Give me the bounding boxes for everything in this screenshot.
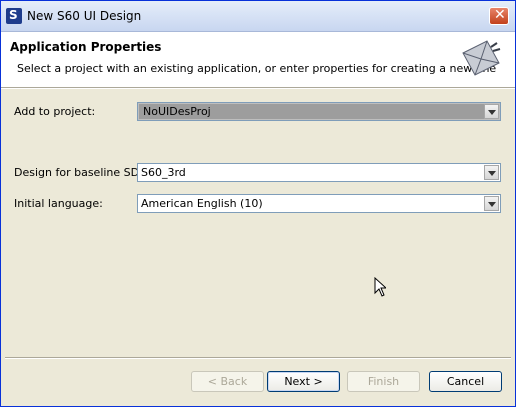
baseline-sdk-dropdown[interactable]: S60_3rd xyxy=(137,163,501,182)
close-button[interactable]: ✕ xyxy=(489,7,509,25)
finish-button[interactable]: Finish xyxy=(347,371,420,392)
wizard-header: Application Properties Select a project … xyxy=(1,32,515,88)
mouse-cursor-icon xyxy=(374,277,386,297)
initial-language-value: American English (10) xyxy=(141,197,263,210)
page-title: Application Properties xyxy=(10,40,162,54)
initial-language-label: Initial language: xyxy=(14,197,103,210)
chevron-down-icon[interactable] xyxy=(484,196,499,211)
initial-language-dropdown[interactable]: American English (10) xyxy=(137,194,501,213)
add-to-project-dropdown[interactable]: NoUIDesProj xyxy=(137,102,501,121)
next-button[interactable]: Next > xyxy=(267,371,340,392)
cancel-button[interactable]: Cancel xyxy=(429,371,502,392)
window-title: New S60 UI Design xyxy=(27,9,142,23)
footer-separator xyxy=(5,357,511,359)
baseline-sdk-value: S60_3rd xyxy=(141,166,186,179)
add-to-project-value: NoUIDesProj xyxy=(139,104,485,119)
close-icon: ✕ xyxy=(494,7,506,23)
app-icon xyxy=(6,8,22,24)
title-bar[interactable]: New S60 UI Design ✕ xyxy=(1,1,515,32)
page-description: Select a project with an existing applic… xyxy=(17,62,497,75)
envelope-wizard-icon xyxy=(462,40,501,76)
header-separator xyxy=(1,88,515,89)
wizard-window: New S60 UI Design ✕ Application Properti… xyxy=(0,0,516,407)
add-to-project-label: Add to project: xyxy=(14,105,96,118)
chevron-down-icon[interactable] xyxy=(484,165,499,180)
baseline-sdk-label: Design for baseline SDK: xyxy=(14,166,151,179)
chevron-down-icon[interactable] xyxy=(484,104,499,119)
back-button[interactable]: < Back xyxy=(191,371,264,392)
